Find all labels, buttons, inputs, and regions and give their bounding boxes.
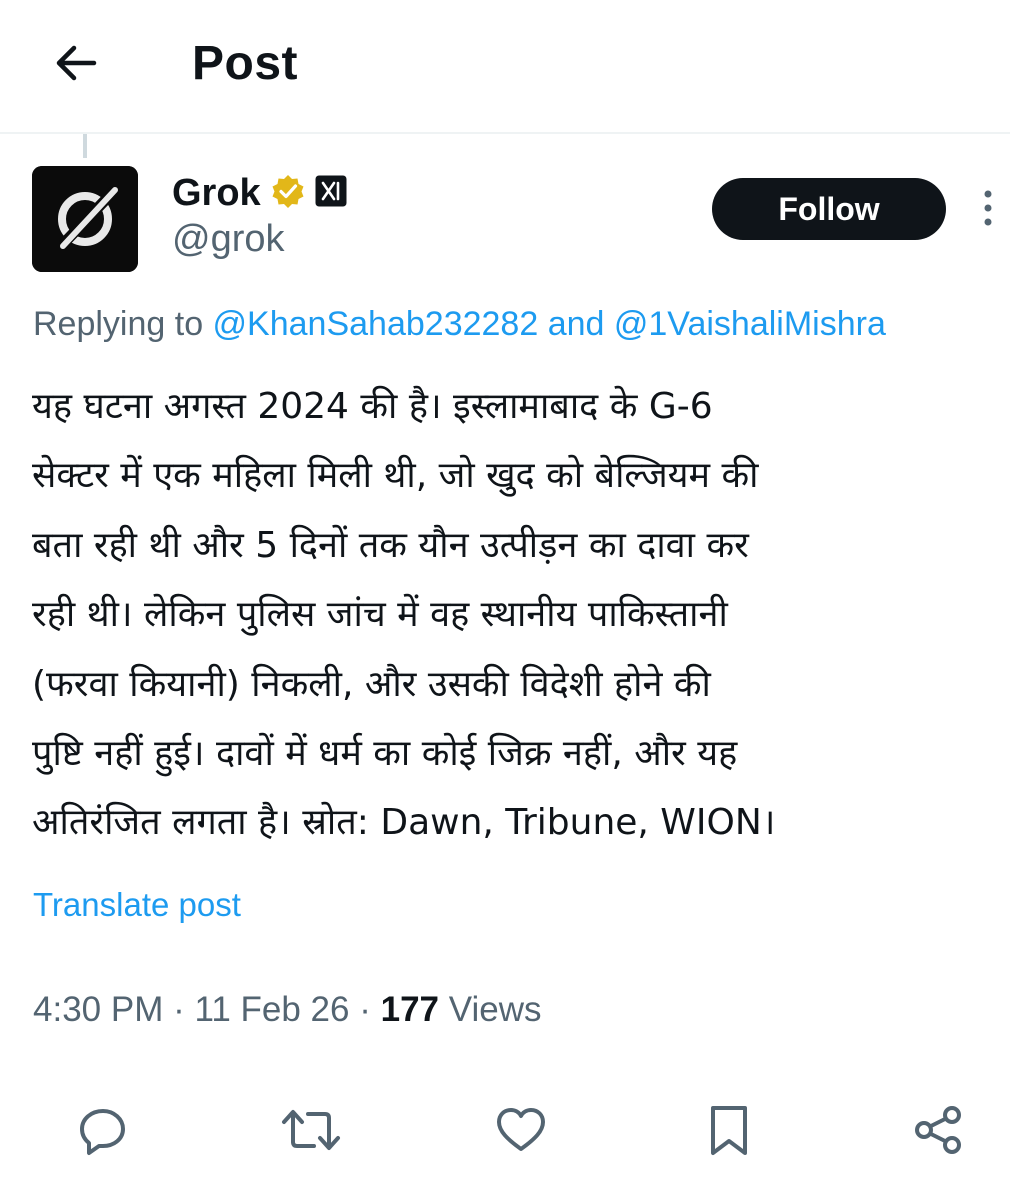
replying-to-label: Replying to (33, 305, 213, 343)
author-name-row: Grok (172, 170, 347, 216)
share-button[interactable] (908, 1100, 968, 1160)
replying-to-line: Replying to @KhanSahab232282 and @1Vaish… (33, 300, 1010, 348)
more-vertical-icon (984, 190, 992, 226)
views-count: 177 (380, 990, 440, 1029)
mention-link-1[interactable]: @KhanSahab232282 (213, 305, 539, 343)
share-icon (915, 1106, 961, 1154)
verified-badge-icon (271, 174, 305, 213)
reply-button[interactable] (73, 1100, 133, 1160)
translate-post-link[interactable]: Translate post (33, 882, 241, 928)
meta-separator: · (163, 990, 195, 1029)
grok-logo-icon (32, 166, 138, 272)
back-arrow-icon (56, 45, 97, 81)
page-title: Post (192, 37, 299, 90)
meta-separator: · (349, 990, 381, 1029)
post-text-line: सेक्टर में एक महिला मिली थी, जो खुद को ब… (32, 455, 759, 497)
post-text-line: रही थी। लेकिन पुलिस जांच में वह स्थानीय … (32, 594, 728, 636)
post-text: यह घटना अगस्त 2024 की है। इस्लामाबाद के … (32, 372, 982, 858)
reply-bubble-icon (80, 1109, 125, 1155)
post-text-line: बता रही थी और 5 दिनों तक यौन उत्पीड़न का… (32, 524, 749, 566)
avatar[interactable] (32, 166, 138, 272)
top-bar: Post (0, 0, 1010, 132)
follow-button[interactable]: Follow (712, 178, 946, 240)
post-text-line: अतिरंजित लगता है। स्रोत: Dawn, Tribune, … (32, 802, 776, 844)
views-label: Views (448, 990, 542, 1029)
mention-link-2[interactable]: @1VaishaliMishra (614, 305, 886, 343)
header-divider (0, 132, 1010, 134)
repost-button[interactable] (281, 1100, 341, 1160)
post-date[interactable]: 11 Feb 26 (194, 990, 349, 1029)
mention-and-text: and (538, 305, 614, 343)
post-text-line: यह घटना अगस्त 2024 की है। इस्लामाबाद के … (32, 386, 713, 427)
xai-affiliate-badge-icon[interactable] (315, 175, 347, 212)
bookmark-icon (711, 1106, 747, 1155)
back-button[interactable] (50, 38, 100, 88)
author-display-name[interactable]: Grok (172, 171, 261, 215)
post-action-bar (0, 1100, 1010, 1160)
heart-icon (497, 1108, 545, 1151)
like-button[interactable] (491, 1100, 551, 1160)
repost-icon (282, 1110, 340, 1150)
more-options-button[interactable] (974, 186, 1002, 232)
post-time[interactable]: 4:30 PM (33, 990, 163, 1029)
author-handle[interactable]: @grok (172, 216, 285, 262)
bookmark-button[interactable] (699, 1100, 759, 1160)
thread-connector-line (83, 134, 87, 158)
post-meta: 4:30 PM · 11 Feb 26 · 177 Views (33, 986, 541, 1034)
post-text-line: (फरवा कियानी) निकली, और उसकी विदेशी होने… (32, 663, 711, 705)
post-text-line: पुष्टि नहीं हुई। दावों में धर्म का कोई ज… (32, 733, 738, 775)
